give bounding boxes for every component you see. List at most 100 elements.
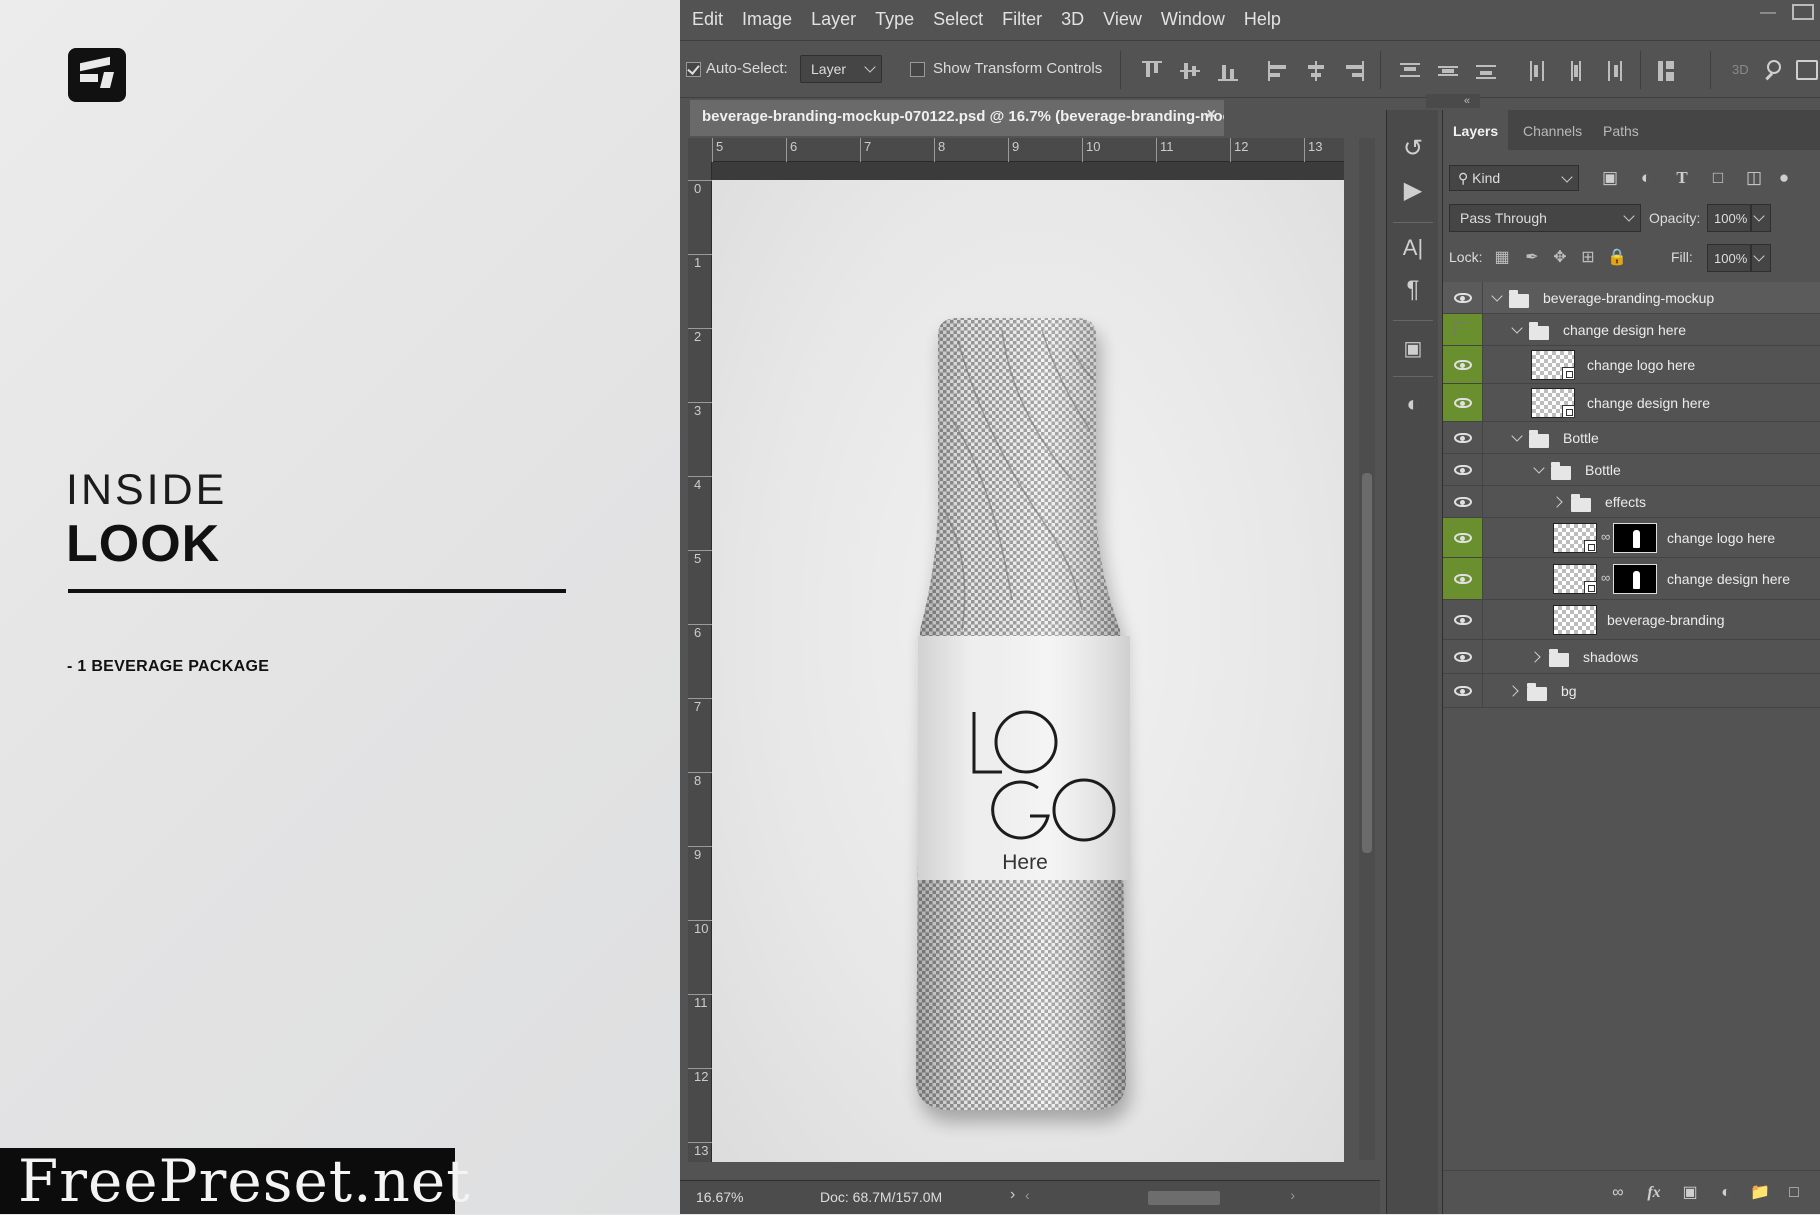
menu-select[interactable]: Select — [933, 9, 983, 30]
lock-position-icon[interactable]: ✥ — [1551, 249, 1569, 267]
visibility-toggle[interactable] — [1443, 674, 1483, 707]
auto-align-icon[interactable] — [1656, 61, 1676, 81]
filter-adjustment-icon[interactable]: ◐ — [1635, 168, 1657, 188]
zoom-level[interactable]: 16.67% — [696, 1189, 743, 1205]
fill-dropdown[interactable] — [1751, 244, 1771, 272]
filter-kind-dropdown[interactable]: ⚲ Kind — [1449, 165, 1579, 191]
menu-layer[interactable]: Layer — [811, 9, 856, 30]
menu-type[interactable]: Type — [875, 9, 914, 30]
menu-help[interactable]: Help — [1244, 9, 1281, 30]
visibility-toggle[interactable] — [1443, 454, 1483, 485]
scroll-thumb[interactable] — [1362, 473, 1372, 853]
chevron-down-icon[interactable] — [1511, 430, 1523, 442]
lock-all-icon[interactable]: 🔒 — [1607, 249, 1627, 267]
align-vcenter-icon[interactable] — [1180, 61, 1200, 81]
vertical-scrollbar[interactable] — [1359, 138, 1375, 1160]
align-left-icon[interactable] — [1268, 61, 1288, 81]
distribute-bottom-icon[interactable] — [1476, 61, 1496, 81]
scroll-left-icon[interactable]: ‹ — [1025, 1187, 1030, 1203]
chevron-down-icon[interactable] — [1533, 462, 1545, 474]
menu-3d[interactable]: 3D — [1061, 9, 1084, 30]
menu-edit[interactable]: Edit — [692, 9, 723, 30]
distribute-top-icon[interactable] — [1400, 61, 1420, 81]
3d-cube-icon[interactable]: ▣ — [1395, 330, 1431, 366]
filter-type-icon[interactable]: T — [1671, 168, 1693, 188]
distribute-hcenter-icon[interactable] — [1566, 61, 1586, 81]
visibility-toggle[interactable] — [1443, 486, 1483, 517]
3d-mode-button[interactable]: 3D — [1732, 62, 1749, 77]
visibility-toggle[interactable] — [1443, 282, 1483, 313]
document-tab[interactable]: beverage-branding-mockup-070122.psd @ 16… — [690, 100, 1224, 136]
tab-paths[interactable]: Paths — [1593, 110, 1649, 150]
minimize-icon[interactable]: — — [1760, 4, 1776, 22]
collapse-panels-icon[interactable]: « — [1426, 94, 1480, 108]
visibility-toggle[interactable] — [1443, 346, 1483, 383]
adjustments-icon[interactable]: ◐ — [1395, 386, 1431, 422]
layer-row[interactable]: ∞ change logo here — [1443, 518, 1820, 558]
filter-toggle-icon[interactable]: ● — [1773, 168, 1795, 188]
scroll-right-icon[interactable]: › — [1290, 1187, 1295, 1203]
character-icon[interactable]: A| — [1395, 230, 1431, 266]
layer-mask-thumbnail[interactable] — [1613, 523, 1657, 553]
history-icon[interactable]: ↺ — [1395, 130, 1431, 166]
chevron-right-icon[interactable] — [1551, 496, 1563, 508]
layer-row[interactable]: bg — [1443, 674, 1820, 708]
menu-window[interactable]: Window — [1161, 9, 1225, 30]
layer-row[interactable]: change design here — [1443, 384, 1820, 422]
canvas[interactable]: Here — [712, 180, 1344, 1162]
filter-shape-icon[interactable]: □ — [1707, 168, 1729, 188]
filter-smart-object-icon[interactable]: ◫ — [1743, 168, 1765, 188]
tab-layers[interactable]: Layers — [1443, 110, 1509, 150]
link-icon[interactable]: ∞ — [1601, 569, 1611, 587]
visibility-toggle[interactable] — [1443, 422, 1483, 453]
tab-channels[interactable]: Channels — [1513, 110, 1592, 150]
horizontal-scrollbar[interactable]: ‹ › — [1025, 1187, 1295, 1205]
auto-select-checkbox[interactable] — [686, 62, 701, 77]
lock-artboard-icon[interactable]: ⊞ — [1579, 249, 1597, 267]
show-transform-checkbox[interactable] — [910, 62, 925, 77]
layer-row[interactable]: beverage-branding — [1443, 600, 1820, 640]
search-icon[interactable] — [1763, 58, 1787, 82]
chevron-down-icon[interactable] — [1491, 290, 1503, 302]
lock-transparent-icon[interactable]: ▦ — [1493, 249, 1511, 267]
auto-select-dropdown[interactable]: Layer — [800, 55, 882, 83]
visibility-toggle[interactable] — [1443, 384, 1483, 421]
chevron-right-icon[interactable] — [1529, 651, 1541, 663]
visibility-toggle[interactable] — [1443, 314, 1483, 345]
menu-filter[interactable]: Filter — [1002, 9, 1042, 30]
distribute-vcenter-icon[interactable] — [1438, 61, 1458, 81]
chevron-right-icon[interactable] — [1507, 685, 1519, 697]
workspace-icon[interactable] — [1796, 60, 1818, 80]
scroll-thumb[interactable] — [1148, 1191, 1220, 1205]
layer-row[interactable]: ∞ change design here — [1443, 558, 1820, 600]
layer-row[interactable]: change design here — [1443, 314, 1820, 346]
menu-image[interactable]: Image — [742, 9, 792, 30]
opacity-field[interactable]: 100% — [1707, 204, 1751, 232]
visibility-toggle[interactable] — [1443, 518, 1483, 557]
lock-image-icon[interactable]: ✒ — [1523, 249, 1541, 267]
new-layer-icon[interactable]: □ — [1783, 1183, 1805, 1203]
fill-field[interactable]: 100% — [1707, 244, 1751, 272]
layer-row[interactable]: change logo here — [1443, 346, 1820, 384]
paragraph-icon[interactable]: ¶ — [1395, 272, 1431, 308]
opacity-dropdown[interactable] — [1751, 204, 1771, 232]
canvas-area[interactable]: Here — [712, 162, 1344, 1162]
layer-row[interactable]: Bottle — [1443, 454, 1820, 486]
align-top-icon[interactable] — [1142, 61, 1162, 81]
layer-mask-thumbnail[interactable] — [1613, 564, 1657, 594]
chevron-right-icon[interactable]: › — [1010, 1186, 1015, 1204]
menu-view[interactable]: View — [1103, 9, 1142, 30]
blend-mode-dropdown[interactable]: Pass Through — [1449, 204, 1641, 232]
maximize-icon[interactable] — [1792, 4, 1814, 20]
visibility-toggle[interactable] — [1443, 640, 1483, 673]
fx-icon[interactable]: fx — [1643, 1183, 1665, 1203]
distribute-right-icon[interactable] — [1604, 61, 1624, 81]
align-bottom-icon[interactable] — [1218, 61, 1238, 81]
align-hcenter-icon[interactable] — [1306, 61, 1326, 81]
layer-row[interactable]: beverage-branding-mockup — [1443, 282, 1820, 314]
layer-row[interactable]: effects — [1443, 486, 1820, 518]
layer-row[interactable]: shadows — [1443, 640, 1820, 674]
align-right-icon[interactable] — [1344, 61, 1364, 81]
new-group-icon[interactable]: 📁 — [1749, 1183, 1771, 1203]
visibility-toggle[interactable] — [1443, 558, 1483, 599]
